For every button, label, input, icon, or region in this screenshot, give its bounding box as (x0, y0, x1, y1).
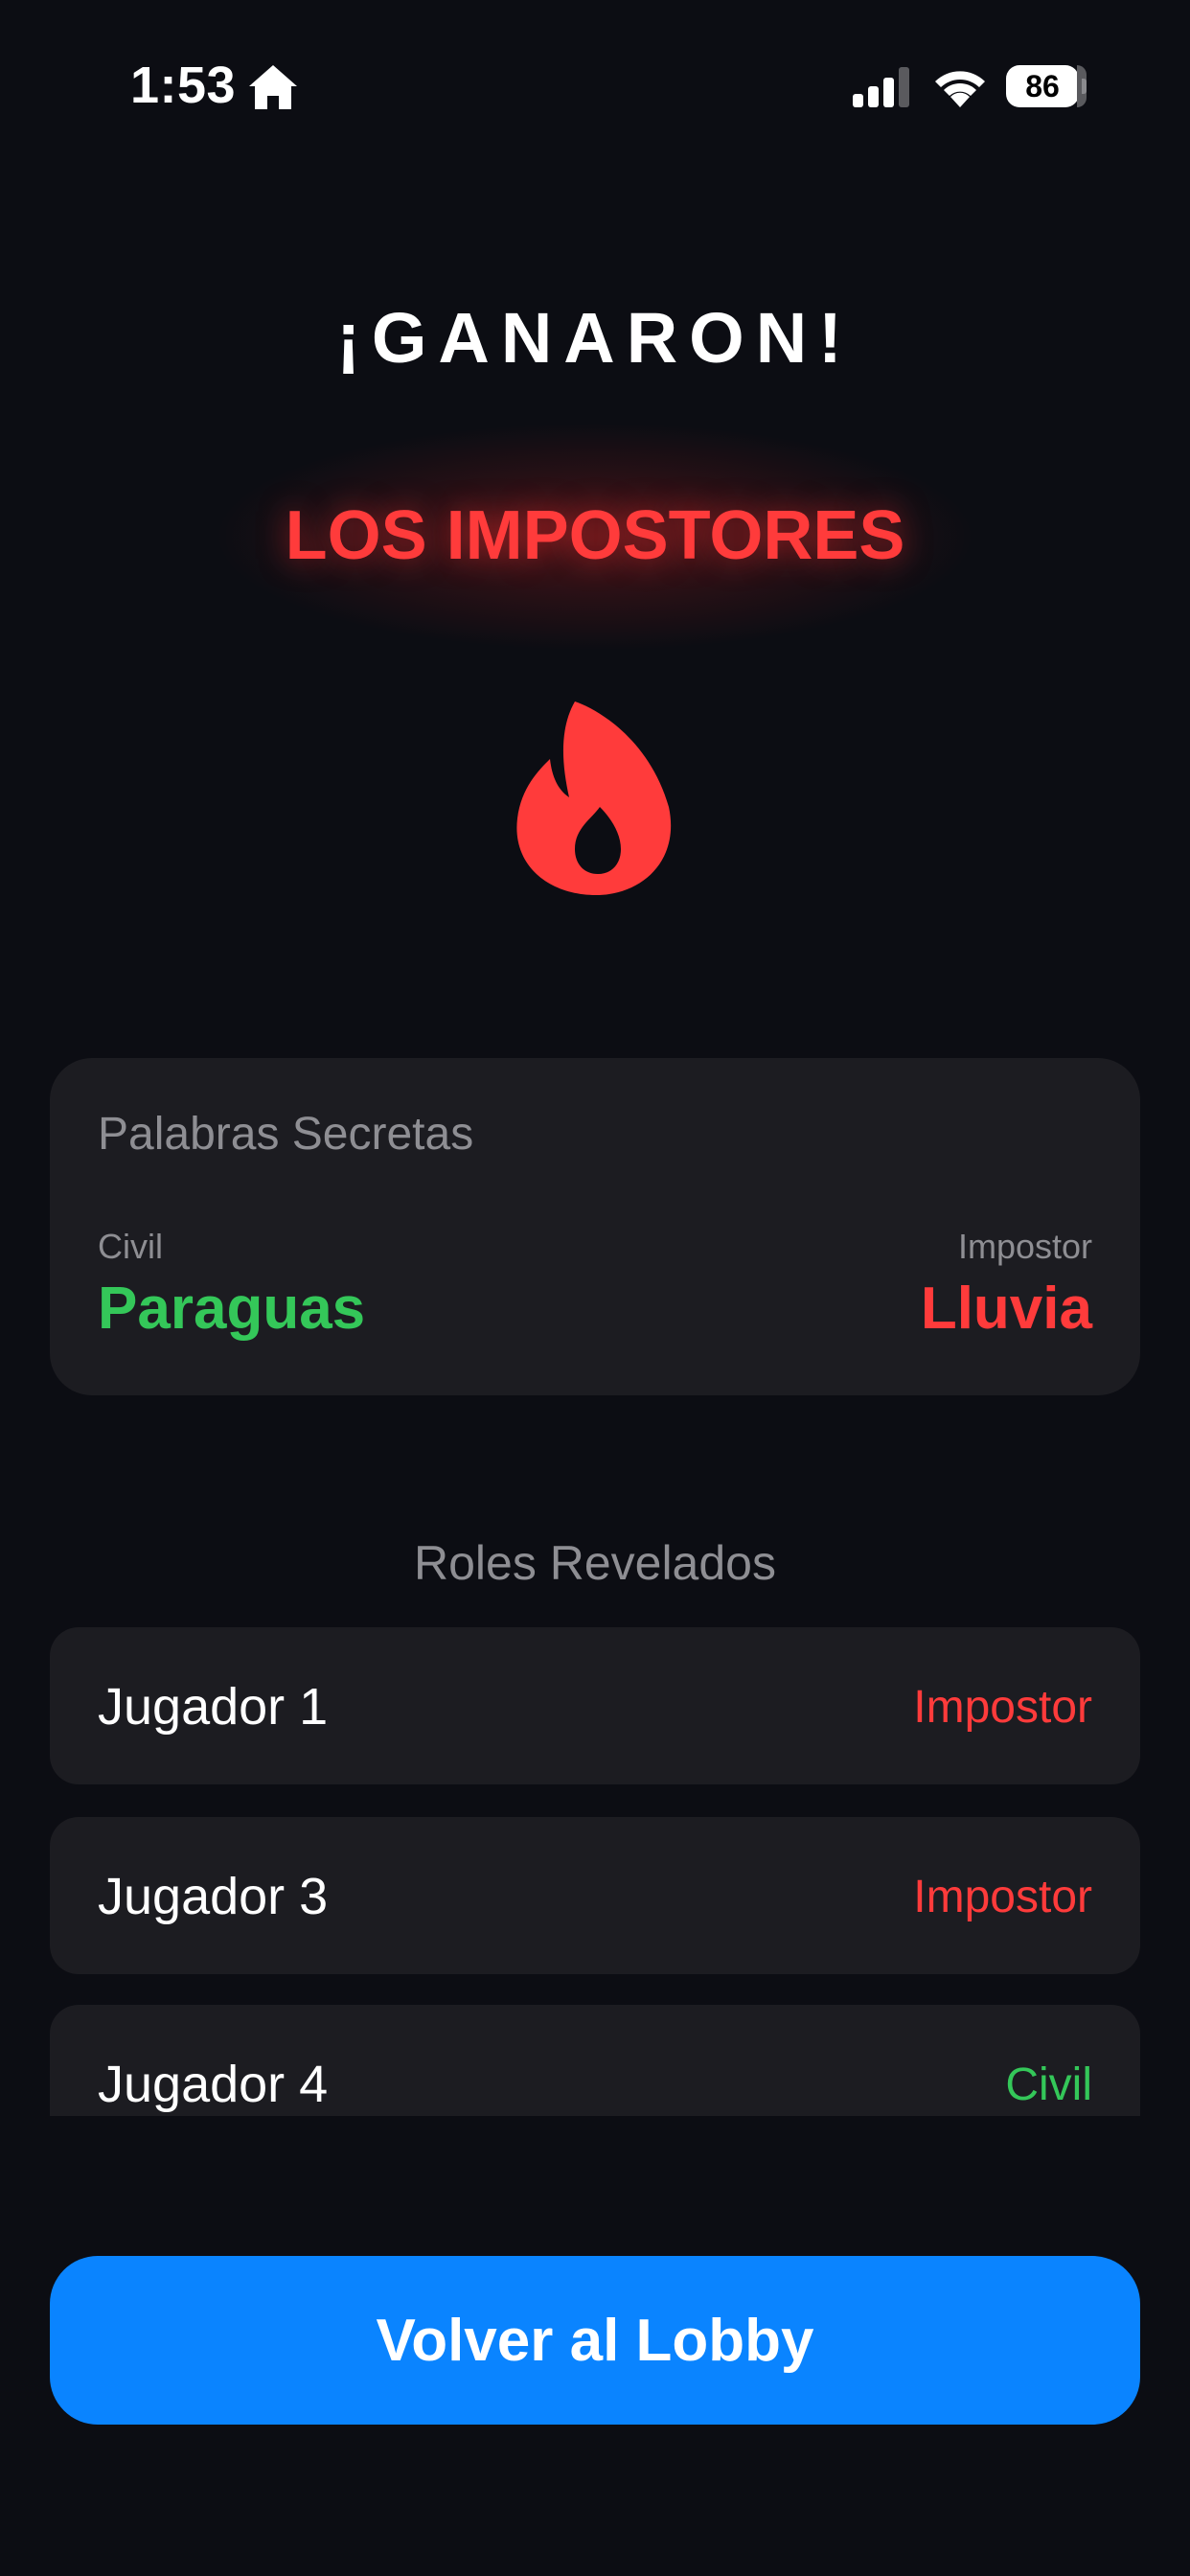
secret-words-title: Palabras Secretas (98, 1109, 474, 1160)
role-row: Jugador 3 Impostor (50, 1817, 1140, 1974)
home-icon (249, 65, 297, 109)
civil-word: Paraguas (98, 1276, 366, 1342)
status-bar: 1:53 86 (0, 0, 1190, 172)
wifi-icon (935, 71, 985, 107)
winning-team: LOS IMPOSTORES (285, 497, 905, 574)
secret-words-card: Palabras Secretas Civil Paraguas Imposto… (50, 1058, 1140, 1395)
player-name: Jugador 4 (98, 2056, 329, 2113)
battery-level: 86 (1025, 69, 1060, 104)
player-role: Impostor (913, 1682, 1092, 1733)
role-row: Jugador 1 Impostor (50, 1627, 1140, 1784)
back-to-lobby-button[interactable]: Volver al Lobby (50, 2256, 1140, 2425)
role-row: Jugador 4 Civil (50, 2005, 1140, 2116)
player-role: Impostor (913, 1872, 1092, 1922)
player-name: Jugador 1 (98, 1678, 329, 1736)
impostor-word: Lluvia (920, 1276, 1092, 1342)
roles-title: Roles Revelados (414, 1536, 776, 1590)
player-name: Jugador 3 (98, 1868, 329, 1925)
player-role: Civil (1005, 2059, 1092, 2110)
battery-icon: 86 (1006, 65, 1087, 107)
signal-icon (853, 67, 909, 107)
impostor-label: Impostor (957, 1227, 1092, 1266)
status-time: 1:53 (130, 57, 237, 114)
civil-label: Civil (98, 1227, 163, 1266)
flame-icon (516, 702, 672, 895)
winner-title: ¡GANARON! (336, 298, 854, 378)
roles-list[interactable]: Jugador 1 Impostor Jugador 3 Impostor Ju… (0, 1627, 1190, 2116)
